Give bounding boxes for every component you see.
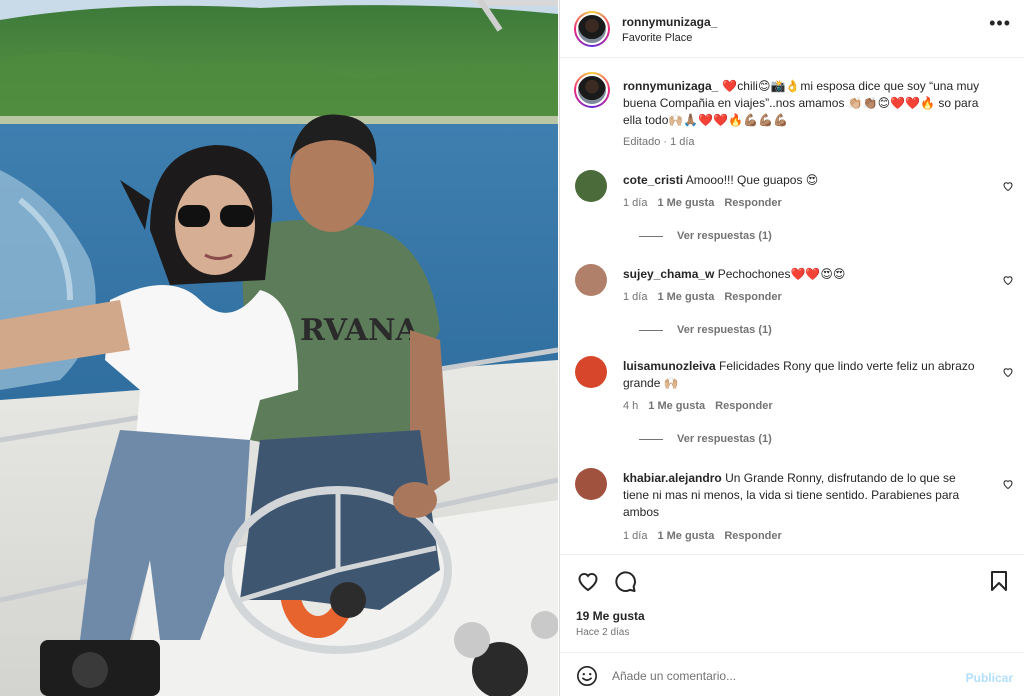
comment-username[interactable]: luisamunozleiva — [623, 359, 716, 373]
svg-text:RVANA: RVANA — [300, 313, 420, 348]
view-replies-button[interactable]: Ver respuestas (1) — [639, 324, 772, 336]
comment-meta: 1 día 1 Me gusta Responder — [623, 530, 792, 542]
post-location[interactable]: Favorite Place — [622, 32, 692, 44]
heart-icon[interactable] — [576, 569, 600, 593]
bookmark-icon[interactable] — [987, 569, 1011, 593]
boat-couple-photo: RVANA — [0, 0, 558, 696]
view-replies-button[interactable]: Ver respuestas (1) — [639, 230, 772, 242]
author-username[interactable]: ronnymunizaga_ — [622, 15, 717, 29]
caption-avatar[interactable] — [574, 72, 610, 108]
add-comment-bar: Publicar — [560, 652, 1024, 696]
reply-button[interactable]: Responder — [724, 197, 781, 209]
comment-username[interactable]: khabiar.alejandro — [623, 471, 722, 485]
likes-count[interactable]: 19 Me gusta — [576, 609, 645, 623]
commenter-avatar[interactable] — [575, 170, 607, 202]
heart-icon[interactable] — [1002, 366, 1014, 378]
commenter-avatar[interactable] — [575, 264, 607, 296]
emoji-icon[interactable] — [576, 665, 598, 687]
caption-text-block: ronnymunizaga_ ❤️chili😊📸👌mi esposa dice q… — [623, 78, 998, 129]
post-photo[interactable]: RVANA — [0, 0, 558, 696]
comment-body: khabiar.alejandro Un Grande Ronny, disfr… — [623, 470, 983, 521]
reply-button[interactable]: Responder — [724, 530, 781, 542]
post-header: ronnymunizaga_ Favorite Place ••• — [560, 0, 1024, 58]
commenter-avatar[interactable] — [575, 356, 607, 388]
reply-button[interactable]: Responder — [724, 291, 781, 303]
more-options-icon[interactable]: ••• — [989, 14, 1011, 32]
comment-username[interactable]: cote_cristi — [623, 173, 683, 187]
comment-text: Pechochones❤️❤️😍😍 — [717, 267, 846, 281]
comment-meta: 1 día 1 Me gusta Responder — [623, 197, 792, 209]
comments-section[interactable]: ronnymunizaga_ ❤️chili😊📸👌mi esposa dice q… — [560, 58, 1024, 554]
comment-time: 1 día — [623, 291, 648, 303]
view-replies-button[interactable]: Ver respuestas (1) — [639, 433, 772, 445]
heart-icon[interactable] — [1002, 478, 1014, 490]
comment-username[interactable]: sujey_chama_w — [623, 267, 714, 281]
post-timestamp[interactable]: Hace 2 días — [576, 627, 629, 638]
post-actions: 19 Me gusta Hace 2 días — [560, 554, 1024, 652]
comment-input[interactable] — [612, 665, 952, 687]
comment-time: 1 día — [623, 197, 648, 209]
author-avatar[interactable] — [574, 11, 610, 47]
publish-button[interactable]: Publicar — [966, 671, 1013, 685]
comment-body: cote_cristi Amooo!!! Que guapos 😍 — [623, 172, 993, 189]
reply-button[interactable]: Responder — [715, 400, 772, 412]
comment-likes[interactable]: 1 Me gusta — [657, 530, 714, 542]
post-detail-panel: ronnymunizaga_ Favorite Place ••• ronnym… — [559, 0, 1024, 696]
comment-meta: 1 día 1 Me gusta Responder — [623, 291, 792, 303]
comment-time: 1 día — [623, 530, 648, 542]
comment-body: luisamunozleiva Felicidades Rony que lin… — [623, 358, 993, 392]
heart-icon[interactable] — [1002, 274, 1014, 286]
comment-likes[interactable]: 1 Me gusta — [648, 400, 705, 412]
caption-username[interactable]: ronnymunizaga_ — [623, 79, 718, 93]
comment-meta: 4 h 1 Me gusta Responder — [623, 400, 783, 412]
comment-text: Amooo!!! Que guapos 😍 — [685, 173, 819, 187]
heart-icon[interactable] — [1002, 180, 1014, 192]
caption-meta: Editado · 1 día — [623, 136, 695, 148]
comment-likes[interactable]: 1 Me gusta — [657, 197, 714, 209]
comment-likes[interactable]: 1 Me gusta — [657, 291, 714, 303]
comment-time: 4 h — [623, 400, 639, 412]
comment-body: sujey_chama_w Pechochones❤️❤️😍😍 — [623, 266, 993, 283]
commenter-avatar[interactable] — [575, 468, 607, 500]
comment-icon[interactable] — [613, 569, 637, 593]
